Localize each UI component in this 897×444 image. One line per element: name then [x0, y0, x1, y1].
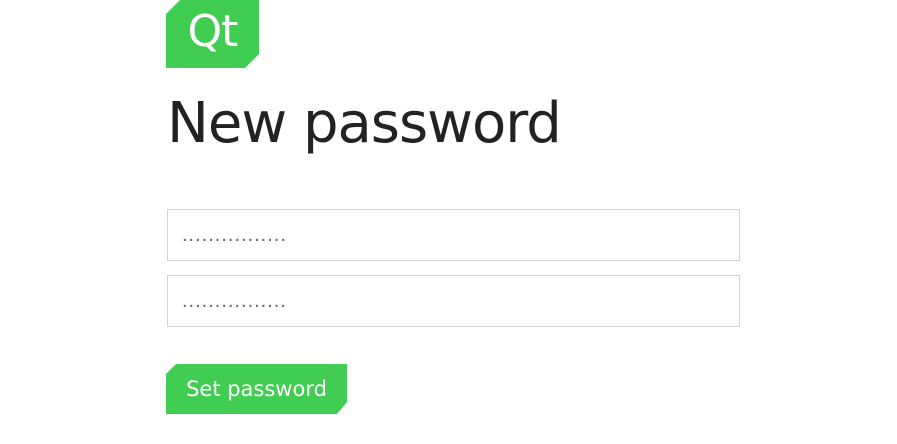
logo-text: Qt — [187, 6, 239, 57]
confirm-password-field[interactable] — [167, 275, 740, 327]
page-title: New password — [167, 91, 562, 156]
set-password-button[interactable]: Set password — [166, 364, 347, 414]
set-password-label: Set password — [186, 377, 327, 401]
page: Qt New password Set password — [0, 0, 897, 444]
new-password-field[interactable] — [167, 209, 740, 261]
qt-logo: Qt — [166, 0, 259, 68]
